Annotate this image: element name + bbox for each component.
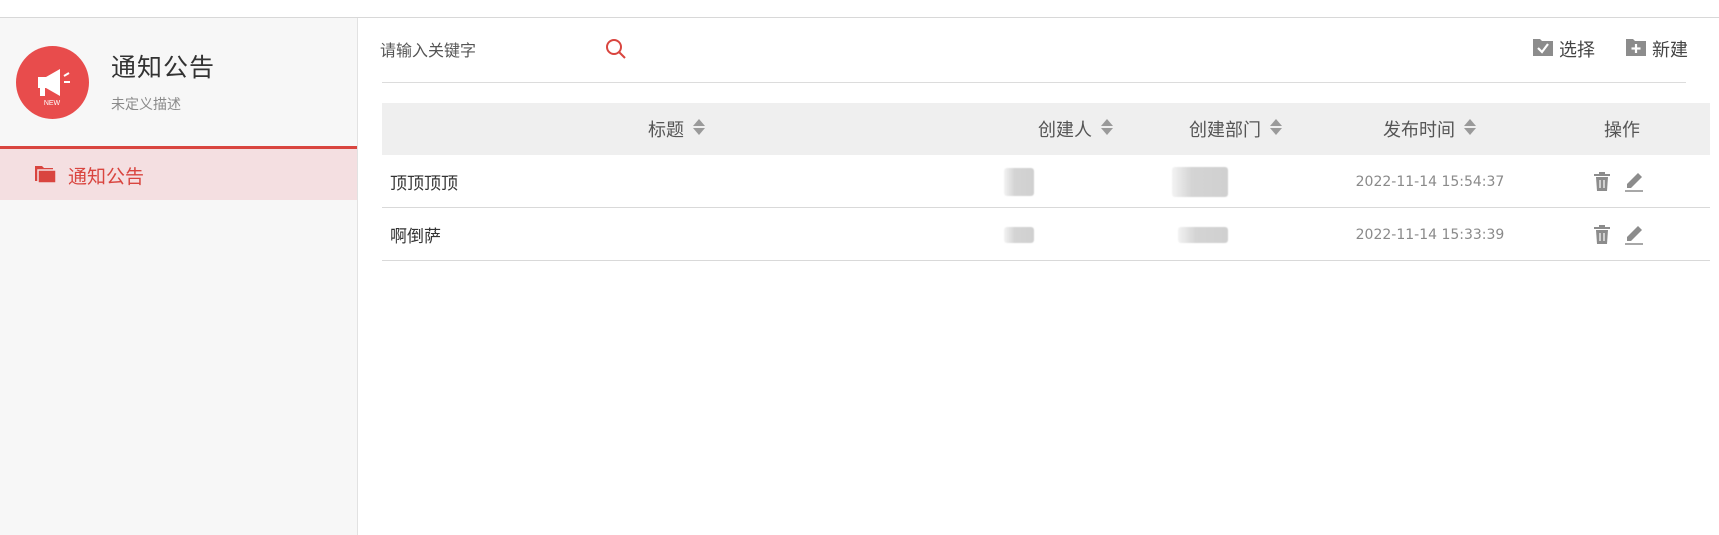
sidebar-item-announcements[interactable]: 通知公告 xyxy=(0,146,357,200)
sort-icon[interactable] xyxy=(1100,118,1114,141)
column-header-department[interactable]: 创建部门 xyxy=(1138,103,1334,155)
megaphone-icon: NEW xyxy=(38,69,70,107)
cell-department xyxy=(1178,208,1228,261)
redacted-department xyxy=(1172,166,1228,197)
redacted-department xyxy=(1178,226,1228,243)
trash-icon[interactable] xyxy=(1593,224,1611,249)
table-header: 标题 创建人 创建部门 发布时间 操作 xyxy=(382,103,1710,155)
cell-creator xyxy=(1004,155,1034,208)
edit-pencil-icon[interactable] xyxy=(1624,224,1644,249)
column-header-label: 创建人 xyxy=(1038,120,1092,141)
cell-published: 2022-11-14 15:33:39 xyxy=(1355,226,1505,243)
sort-icon[interactable] xyxy=(692,118,706,141)
sidebar: NEW 通知公告 未定义描述 通知公告 xyxy=(0,18,358,535)
add-folder-icon xyxy=(1625,37,1647,61)
app-logo: NEW xyxy=(16,46,89,119)
search-icon[interactable] xyxy=(605,38,627,64)
checkbox-icon xyxy=(1532,37,1554,61)
new-button-label: 新建 xyxy=(1652,40,1688,61)
edit-pencil-icon[interactable] xyxy=(1624,171,1644,196)
announcements-table: 标题 创建人 创建部门 发布时间 操作 顶顶顶顶 2022-11-14 15:5… xyxy=(382,103,1710,261)
column-header-label: 操作 xyxy=(1604,120,1640,141)
sort-icon[interactable] xyxy=(1269,118,1283,141)
redacted-creator xyxy=(1004,226,1034,243)
column-header-label: 发布时间 xyxy=(1383,120,1455,141)
cell-department xyxy=(1172,155,1228,208)
search-underline xyxy=(382,82,1686,83)
app-title: 通知公告 xyxy=(111,53,216,82)
new-button[interactable]: 新建 xyxy=(1625,36,1688,62)
search-input[interactable] xyxy=(380,36,600,64)
column-header-published[interactable]: 发布时间 xyxy=(1332,103,1528,155)
column-header-label: 标题 xyxy=(648,120,684,141)
table-row[interactable]: 啊倒萨 2022-11-14 15:33:39 xyxy=(382,208,1710,261)
column-header-label: 创建部门 xyxy=(1189,120,1261,141)
column-header-title[interactable]: 标题 xyxy=(382,103,972,155)
cell-published: 2022-11-14 15:54:37 xyxy=(1355,173,1505,190)
sidebar-item-label: 通知公告 xyxy=(68,166,145,188)
select-button-label: 选择 xyxy=(1559,40,1595,61)
sort-icon[interactable] xyxy=(1463,118,1477,141)
cell-title[interactable]: 顶顶顶顶 xyxy=(390,155,458,208)
redacted-creator xyxy=(1004,167,1034,196)
table-row[interactable]: 顶顶顶顶 2022-11-14 15:54:37 xyxy=(382,155,1710,208)
app-description: 未定义描述 xyxy=(111,97,181,113)
select-button[interactable]: 选择 xyxy=(1532,36,1595,62)
cell-title[interactable]: 啊倒萨 xyxy=(390,208,441,261)
logo-badge-text: NEW xyxy=(44,100,61,107)
column-header-actions: 操作 xyxy=(1562,103,1682,155)
cell-creator xyxy=(1004,208,1034,261)
trash-icon[interactable] xyxy=(1593,171,1611,196)
folder-icon xyxy=(34,163,58,189)
